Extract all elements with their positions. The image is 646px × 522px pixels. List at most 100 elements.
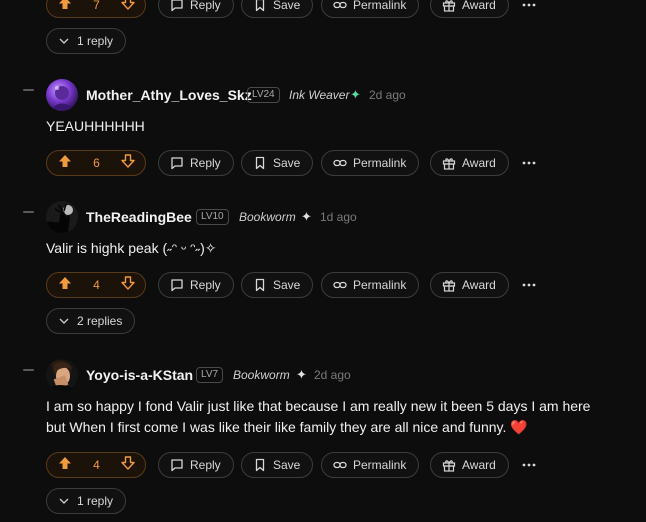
chevron-down-icon — [59, 498, 69, 504]
timestamp: 1d ago — [320, 210, 357, 224]
link-icon — [333, 159, 347, 167]
downvote-icon[interactable] — [121, 0, 135, 15]
ellipsis-icon — [522, 3, 536, 7]
vote-count: 4 — [93, 458, 100, 472]
award-button[interactable]: Award — [430, 150, 509, 176]
downvote-icon[interactable] — [121, 455, 135, 475]
collapse-toggle[interactable] — [23, 211, 34, 213]
more-options-button[interactable] — [516, 150, 542, 176]
permalink-button[interactable]: Permalink — [321, 0, 420, 18]
permalink-button[interactable]: Permalink — [321, 272, 420, 298]
bookmark-icon — [255, 0, 265, 12]
user-title: Bookworm — [239, 210, 296, 224]
collapse-toggle[interactable] — [23, 369, 34, 371]
upvote-icon[interactable] — [58, 276, 72, 295]
gift-icon — [442, 158, 456, 170]
avatar[interactable] — [46, 79, 78, 111]
save-label: Save — [273, 0, 301, 12]
user-title: Bookworm — [233, 368, 290, 382]
upvote-icon[interactable] — [58, 154, 72, 173]
link-icon — [333, 461, 347, 469]
link-icon — [333, 1, 347, 9]
thread-toggle-button[interactable]: 1 reply — [46, 488, 127, 514]
save-label: Save — [273, 156, 301, 170]
comment-icon — [171, 459, 183, 472]
comment-text-line: I am so happy I fond Valir just like tha… — [46, 398, 591, 414]
reply-label: Reply — [190, 156, 221, 170]
award-button[interactable]: Award — [430, 452, 509, 478]
ellipsis-icon — [522, 283, 536, 287]
reply-button[interactable]: Reply — [158, 452, 234, 478]
more-options-button[interactable] — [516, 272, 542, 298]
save-button[interactable]: Save — [241, 0, 314, 18]
award-button[interactable]: Award — [430, 0, 509, 18]
gift-icon — [442, 280, 456, 292]
award-label: Award — [462, 278, 496, 292]
bookmark-icon — [255, 278, 265, 292]
reply-button[interactable]: Reply — [158, 272, 234, 298]
comment-body: Valir is highk peak (˶ᵔ ᵕ ᵔ˶)✧ — [46, 240, 217, 256]
permalink-button[interactable]: Permalink — [321, 150, 420, 176]
comment-body: YEAUHHHHHH — [46, 118, 145, 134]
reply-label: Reply — [190, 0, 221, 12]
sparkle-icon: ✦ — [301, 209, 312, 224]
award-label: Award — [462, 0, 496, 12]
save-label: Save — [273, 278, 301, 292]
avatar[interactable] — [46, 359, 78, 391]
thread-toggle-button[interactable]: 2 replies — [46, 308, 136, 334]
vote-count: 6 — [93, 156, 100, 170]
sparkle-icon: ✦ — [296, 367, 307, 382]
vote-control: 4 — [46, 452, 146, 478]
gift-icon — [442, 0, 456, 12]
vote-count: 4 — [93, 278, 100, 292]
permalink-label: Permalink — [353, 458, 407, 472]
upvote-icon[interactable] — [58, 0, 72, 15]
downvote-icon[interactable] — [121, 153, 135, 173]
sparkle-icon: ✦ — [350, 87, 361, 102]
award-button[interactable]: Award — [430, 272, 509, 298]
reply-label: Reply — [190, 458, 221, 472]
link-icon — [333, 281, 347, 289]
timestamp: 2d ago — [369, 88, 406, 102]
upvote-icon[interactable] — [58, 456, 72, 475]
level-badge: LV10 — [196, 209, 229, 225]
ellipsis-icon — [522, 463, 536, 467]
permalink-button[interactable]: Permalink — [321, 452, 420, 478]
chevron-down-icon — [59, 318, 69, 324]
more-options-button[interactable] — [516, 452, 542, 478]
avatar[interactable] — [46, 201, 78, 233]
more-options-button[interactable] — [516, 0, 542, 18]
thread-toggle-button[interactable]: 1 reply — [46, 28, 127, 54]
level-badge: LV24 — [247, 87, 280, 103]
reply-button[interactable]: Reply — [158, 150, 234, 176]
downvote-icon[interactable] — [121, 275, 135, 295]
comment-text-line: but When I first come I was like their l… — [46, 419, 507, 435]
vote-count: 7 — [93, 0, 100, 12]
bookmark-icon — [255, 458, 265, 472]
timestamp: 2d ago — [314, 368, 351, 382]
username[interactable]: TheReadingBee — [86, 209, 192, 225]
thread-toggle-label: 1 reply — [77, 34, 114, 48]
vote-control: 7 — [46, 0, 146, 18]
comment-body: I am so happy I fond Valir just like tha… — [46, 396, 606, 438]
award-label: Award — [462, 156, 496, 170]
save-label: Save — [273, 458, 301, 472]
permalink-label: Permalink — [353, 156, 407, 170]
username[interactable]: Yoyo-is-a-KStan — [86, 367, 193, 383]
comment-icon — [171, 0, 183, 12]
save-button[interactable]: Save — [241, 150, 314, 176]
permalink-label: Permalink — [353, 278, 407, 292]
vote-control: 4 — [46, 272, 146, 298]
collapse-toggle[interactable] — [23, 89, 34, 91]
permalink-label: Permalink — [353, 0, 407, 12]
save-button[interactable]: Save — [241, 272, 314, 298]
chevron-down-icon — [59, 38, 69, 44]
gift-icon — [442, 460, 456, 472]
username[interactable]: Mother_Athy_Loves_Skz — [86, 87, 252, 103]
comment-icon — [171, 279, 183, 292]
award-label: Award — [462, 458, 496, 472]
heart-emoji: ❤️ — [510, 419, 528, 435]
reply-button[interactable]: Reply — [158, 0, 234, 18]
thread-toggle-label: 2 replies — [77, 314, 123, 328]
save-button[interactable]: Save — [241, 452, 314, 478]
